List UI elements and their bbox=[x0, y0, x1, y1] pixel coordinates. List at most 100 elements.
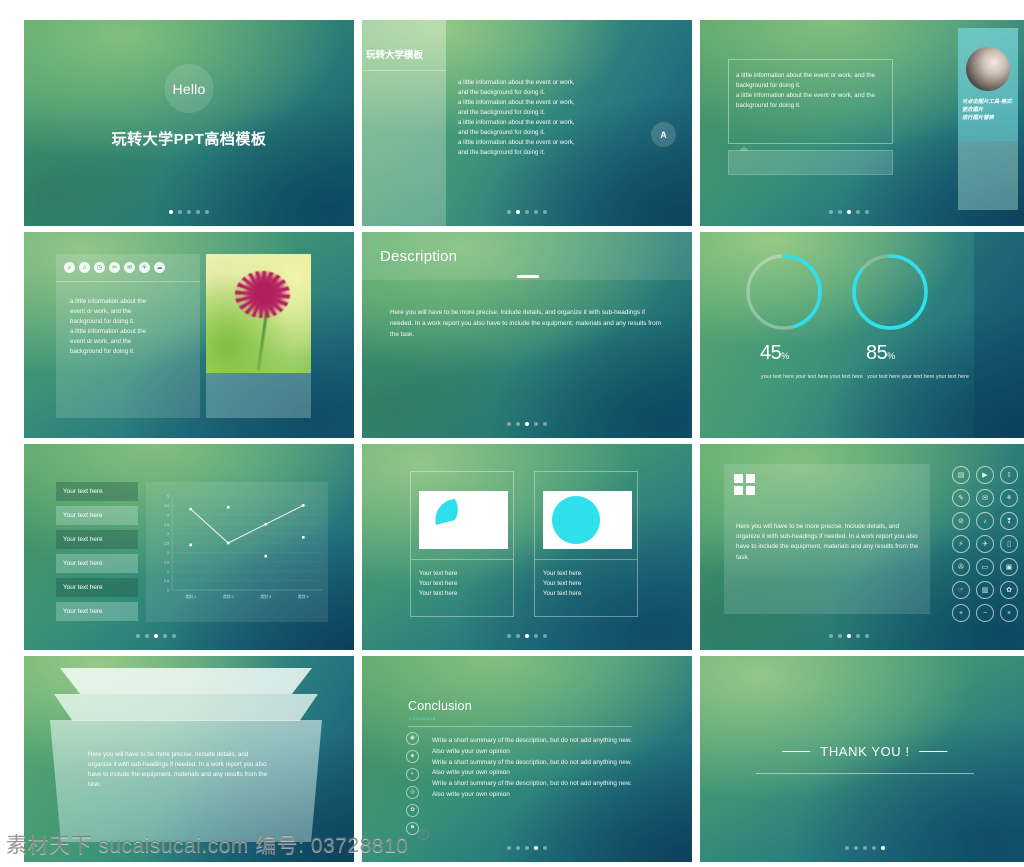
page-dots[interactable] bbox=[136, 634, 176, 638]
slide-icons-photo[interactable]: ⌕ ⌂ ◷ ✂ ✉ ⚘ ☁ a little information about… bbox=[24, 232, 354, 438]
page-dot[interactable] bbox=[205, 210, 209, 214]
mic-icon[interactable]: ✇ bbox=[952, 558, 970, 576]
pie-card-right[interactable]: Your text here Your text here Your text … bbox=[534, 471, 638, 617]
list-item[interactable]: Your text here bbox=[56, 506, 138, 525]
bullet-flower-icon[interactable]: ✿ bbox=[406, 804, 419, 817]
page-dot[interactable] bbox=[828, 210, 833, 214]
slide-photo-callout[interactable]: a little information about the event or … bbox=[700, 20, 1024, 226]
mail-icon[interactable]: ✉ bbox=[124, 262, 135, 273]
page-dot[interactable] bbox=[154, 634, 158, 638]
page-dot[interactable] bbox=[881, 846, 885, 850]
slide-description[interactable]: Description Here you will have to be mor… bbox=[362, 232, 692, 438]
page-dots[interactable] bbox=[828, 634, 869, 638]
list-item[interactable]: Your text here bbox=[56, 554, 138, 573]
bullet-target-icon[interactable]: ◉ bbox=[406, 732, 419, 745]
page-dots[interactable] bbox=[507, 422, 547, 426]
share-icon[interactable]: ⚘ bbox=[139, 262, 150, 273]
page-dot[interactable] bbox=[163, 634, 167, 638]
slide-thank-you[interactable]: THANK YOU ! bbox=[700, 656, 1024, 862]
page-dot[interactable] bbox=[855, 634, 860, 638]
page-dots[interactable] bbox=[507, 846, 547, 850]
text-bar-list[interactable]: Your text here Your text here Your text … bbox=[56, 482, 138, 626]
page-dot[interactable] bbox=[534, 634, 538, 638]
list-item[interactable]: Your text here bbox=[56, 578, 138, 597]
group-icon[interactable]: ⚘ bbox=[1000, 489, 1018, 507]
page-dot[interactable] bbox=[187, 210, 191, 214]
page-dot[interactable] bbox=[845, 846, 849, 850]
search-icon[interactable]: ⌕ bbox=[64, 262, 75, 273]
pie-card-left[interactable]: Your text here Your text here Your text … bbox=[410, 471, 514, 617]
bullet-icon-column[interactable]: ◉ ◈ ◐ ◎ ✿ ⚑ bbox=[406, 732, 419, 835]
list-item[interactable]: Your text here bbox=[56, 602, 138, 621]
minus-box-icon[interactable]: ▭ bbox=[976, 558, 994, 576]
page-dot[interactable] bbox=[525, 422, 529, 426]
block-icon[interactable]: ⊘ bbox=[952, 512, 970, 530]
slide-conclusion[interactable]: Conclusion Conclusion ◉ ◈ ◐ ◎ ✿ ⚑ Write … bbox=[362, 656, 692, 862]
page-dot[interactable] bbox=[169, 210, 173, 214]
tag-icon[interactable]: ✿ bbox=[1000, 581, 1018, 599]
page-dot[interactable] bbox=[864, 634, 869, 638]
page-dot[interactable] bbox=[178, 210, 182, 214]
page-dot[interactable] bbox=[543, 210, 547, 214]
thumbup-icon[interactable]: ☞ bbox=[952, 581, 970, 599]
slide-donut-stats[interactable]: 45% 85% your text here your text here yo… bbox=[700, 232, 1024, 438]
page-dot[interactable] bbox=[516, 210, 520, 214]
icon-row[interactable]: ⌕ ⌂ ◷ ✂ ✉ ⚘ ☁ bbox=[64, 262, 165, 273]
list-item[interactable]: Your text here bbox=[56, 482, 138, 501]
play-icon[interactable]: ▶ bbox=[976, 466, 994, 484]
page-dot[interactable] bbox=[846, 634, 851, 638]
page-dot[interactable] bbox=[534, 422, 538, 426]
icon-grid[interactable]: ▤ ▶ ⇩ ✎ ✉ ⚘ ⊘ ♪ ❢ ⚡ ✈ ▯ ✇ ▭ ▣ ☞ ▥ ✿ + − × bbox=[952, 466, 1018, 622]
page-dot[interactable] bbox=[863, 846, 867, 850]
page-dot[interactable] bbox=[136, 634, 140, 638]
page-dots[interactable] bbox=[169, 210, 209, 214]
page-dot[interactable] bbox=[507, 422, 511, 426]
phone-icon[interactable]: ▯ bbox=[1000, 535, 1018, 553]
page-dot[interactable] bbox=[516, 846, 520, 850]
page-dot[interactable] bbox=[837, 634, 842, 638]
plus-icon[interactable]: + bbox=[952, 604, 970, 622]
page-dots[interactable] bbox=[507, 210, 547, 214]
list-icon[interactable]: ▤ bbox=[952, 466, 970, 484]
clock-icon[interactable]: ◷ bbox=[94, 262, 105, 273]
page-dot[interactable] bbox=[525, 846, 529, 850]
page-dot[interactable] bbox=[507, 210, 511, 214]
page-dot[interactable] bbox=[145, 634, 149, 638]
page-dot[interactable] bbox=[534, 210, 538, 214]
page-dot[interactable] bbox=[543, 846, 547, 850]
home-icon[interactable]: ⌂ bbox=[79, 262, 90, 273]
cloud-icon[interactable]: ☁ bbox=[154, 262, 165, 273]
slide-pie-cards[interactable]: Your text here Your text here Your text … bbox=[362, 444, 692, 650]
minus-icon[interactable]: − bbox=[976, 604, 994, 622]
screen-icon[interactable]: ▥ bbox=[976, 581, 994, 599]
page-dot[interactable] bbox=[837, 210, 842, 214]
link-icon[interactable]: ✂ bbox=[109, 262, 120, 273]
page-dot[interactable] bbox=[864, 210, 869, 214]
slide-line-chart[interactable]: Your text here Your text here Your text … bbox=[24, 444, 354, 650]
bullet-diamond-icon[interactable]: ◈ bbox=[406, 750, 419, 763]
page-dot[interactable] bbox=[872, 846, 876, 850]
page-dot[interactable] bbox=[516, 422, 520, 426]
page-dots[interactable] bbox=[845, 846, 885, 850]
download-icon[interactable]: ⇩ bbox=[1000, 466, 1018, 484]
slide-intro[interactable]: 玩转大学模板 a little information about the ev… bbox=[362, 20, 692, 226]
list-item[interactable]: Your text here bbox=[56, 530, 138, 549]
page-dot[interactable] bbox=[507, 846, 511, 850]
page-dot[interactable] bbox=[846, 210, 851, 214]
bullet-contrast-icon[interactable]: ◐ bbox=[406, 768, 419, 781]
page-dot[interactable] bbox=[543, 422, 547, 426]
mail-icon[interactable]: ✉ bbox=[976, 489, 994, 507]
page-dot[interactable] bbox=[854, 846, 858, 850]
page-dot[interactable] bbox=[516, 634, 520, 638]
page-dot[interactable] bbox=[525, 634, 529, 638]
pen-icon[interactable]: ✎ bbox=[952, 489, 970, 507]
page-dot[interactable] bbox=[855, 210, 860, 214]
slide-layered-funnel[interactable]: Here you will have to be more precise. I… bbox=[24, 656, 354, 862]
close-icon[interactable]: × bbox=[1000, 604, 1018, 622]
photo-card[interactable]: 可点击图片工具-格式- 更改图片 进行图片替换 bbox=[958, 28, 1018, 210]
page-dot[interactable] bbox=[543, 634, 547, 638]
chat-icon[interactable]: ✈ bbox=[976, 535, 994, 553]
page-dot[interactable] bbox=[172, 634, 176, 638]
page-dot[interactable] bbox=[525, 210, 529, 214]
slide-icon-library[interactable]: Here you will have to be more precise. I… bbox=[700, 444, 1024, 650]
